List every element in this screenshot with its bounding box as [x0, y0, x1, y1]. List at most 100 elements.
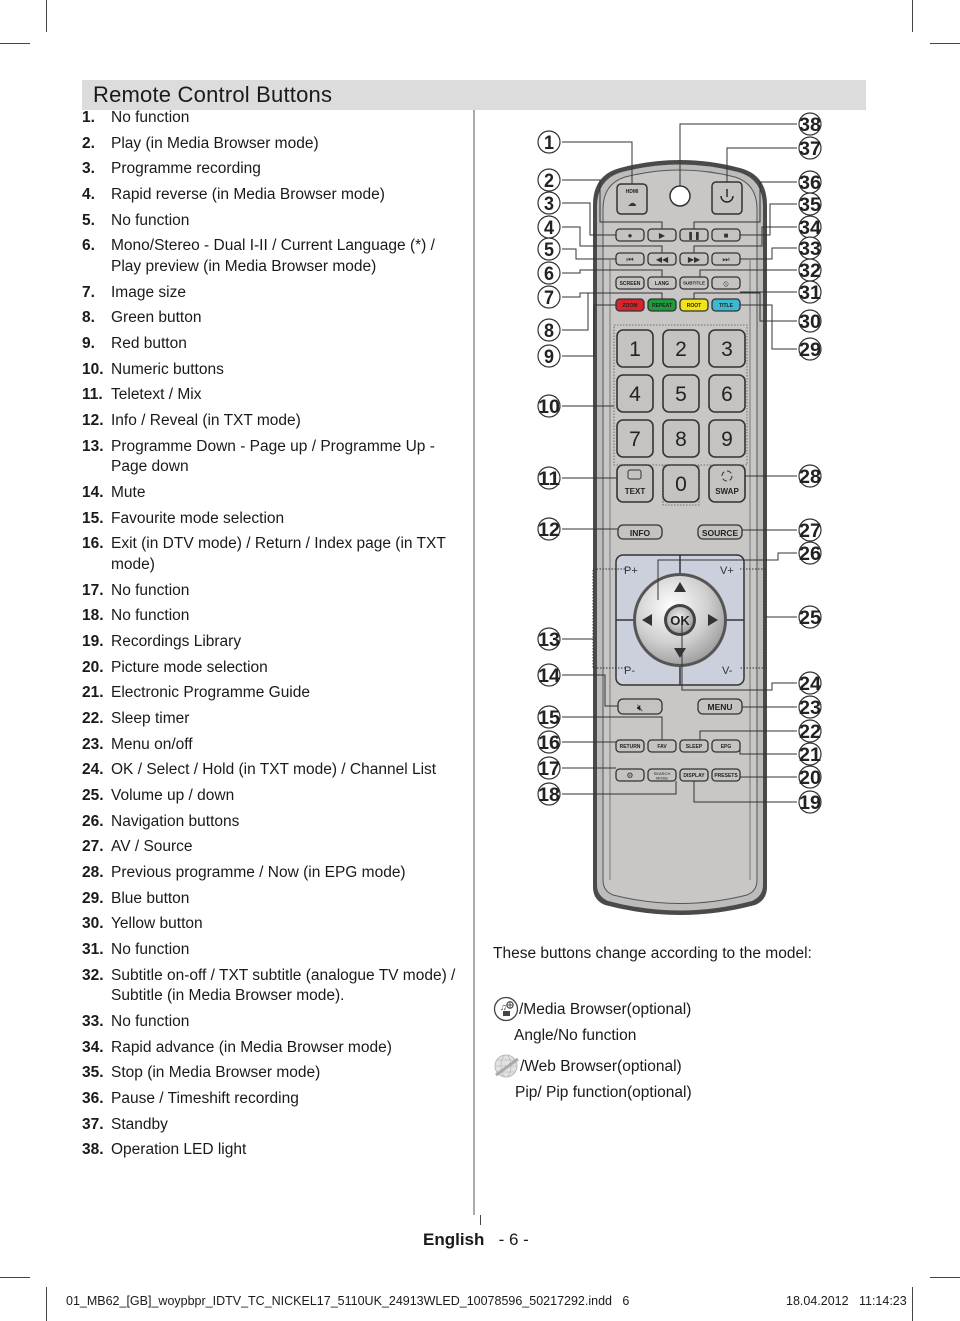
display-label: DISPLAY: [683, 773, 705, 779]
mute-button[interactable]: 🔇︎: [617, 698, 663, 715]
callout-label: 2: [544, 171, 554, 192]
callout-number: 26: [798, 541, 822, 565]
callout-label: 38: [799, 115, 821, 136]
previous-button[interactable]: ⏮: [615, 252, 645, 266]
callout-number: 21: [798, 742, 822, 766]
play-icon: ▶: [659, 231, 666, 240]
callout-number: 28: [798, 464, 822, 488]
callout-number: 37: [798, 136, 822, 160]
callout-label: 13: [538, 630, 560, 651]
callout-label: 14: [538, 666, 560, 687]
presets-button[interactable]: PRESETS: [711, 768, 741, 782]
digit-label: 4: [629, 383, 641, 406]
callout-number: 2: [537, 168, 561, 192]
swap-button[interactable]: SWAP: [708, 464, 746, 503]
standby-button[interactable]: [711, 181, 743, 215]
callout-label: 33: [799, 239, 821, 260]
digit-label: 2: [675, 338, 687, 361]
callout-label: 6: [544, 264, 554, 285]
search-mode-button[interactable]: SEARCHMODE: [647, 768, 677, 782]
callout-number: 14: [537, 663, 561, 687]
callout-number: 10: [537, 394, 561, 418]
callout-label: 28: [799, 467, 821, 488]
screen-label: SCREEN: [620, 281, 641, 287]
subtitle-button[interactable]: SUBTITLE: [679, 276, 709, 290]
play-button[interactable]: ▶: [647, 228, 677, 242]
callout-label: 24: [799, 674, 821, 695]
sleep-button[interactable]: SLEEP: [679, 739, 709, 753]
digit-7-button[interactable]: 7: [616, 419, 654, 458]
digit-label: 3: [721, 338, 733, 361]
digit-3-button[interactable]: 3: [708, 329, 746, 368]
presets-label: PRESETS: [714, 773, 738, 779]
print-timestamp: 18.04.2012 11:14:23: [786, 1294, 907, 1308]
menu-button[interactable]: MENU: [697, 698, 743, 715]
navigation-pad: P+ P- V+ V- OK: [615, 554, 745, 686]
pip-note: Pip/ Pip function(optional): [515, 1084, 692, 1101]
fav-button[interactable]: FAV: [647, 739, 677, 753]
zoom-red-label: ZOOM: [623, 303, 638, 309]
callout-number: 32: [798, 258, 822, 282]
callout-label: 32: [799, 261, 821, 282]
lang-button[interactable]: LANG: [647, 276, 677, 290]
digit-0-button[interactable]: 0: [662, 464, 700, 503]
repeat-green-button[interactable]: REPEAT: [647, 298, 677, 312]
callout-label: 17: [538, 759, 560, 780]
record-button[interactable]: ●: [615, 228, 645, 242]
digit-8-button[interactable]: 8: [662, 419, 700, 458]
callout-number: 9: [537, 344, 561, 368]
digit-2-button[interactable]: 2: [662, 329, 700, 368]
fast-forward-button[interactable]: ▶▶: [679, 252, 709, 266]
digit-label: 5: [675, 383, 687, 406]
callout-label: 36: [799, 173, 821, 194]
file-slug: 01_MB62_[GB]_woypbpr_IDTV_TC_NICKEL17_51…: [66, 1294, 630, 1308]
callout-label: 21: [799, 745, 821, 766]
rewind-button[interactable]: ◀◀: [647, 252, 677, 266]
return-button[interactable]: RETURN: [615, 739, 645, 753]
zoom-red-button[interactable]: ZOOM: [615, 298, 645, 312]
callout-number: 30: [798, 309, 822, 333]
text-label: TEXT: [625, 487, 646, 496]
callout-number: 19: [798, 790, 822, 814]
pause-button[interactable]: ❚❚: [679, 228, 709, 242]
digit-9-button[interactable]: 9: [708, 419, 746, 458]
callout-label: 35: [799, 195, 821, 216]
callout-label: 22: [799, 722, 821, 743]
callout-label: 20: [799, 768, 821, 789]
digit-5-button[interactable]: 5: [662, 374, 700, 413]
program-down-label: P-: [624, 665, 635, 677]
epg-button[interactable]: EPG: [711, 739, 741, 753]
footer-language: English: [423, 1230, 485, 1249]
callout-label: 18: [538, 785, 560, 806]
skip-back-icon: ⏮: [626, 255, 633, 264]
digit-6-button[interactable]: 6: [708, 374, 746, 413]
web-browser-note: /Web Browser(optional): [520, 1058, 682, 1075]
program-up-label: P+: [624, 565, 638, 577]
media-browser-icon: ♫: [493, 996, 519, 1022]
digit-label: 1: [629, 338, 641, 361]
digit-4-button[interactable]: 4: [616, 374, 654, 413]
stop-button[interactable]: ■: [711, 228, 741, 242]
source-button[interactable]: SOURCE: [697, 524, 743, 540]
callout-label: 10: [538, 397, 560, 418]
callout-number: 25: [798, 605, 822, 629]
callout-number: 22: [798, 719, 822, 743]
ok-label: OK: [670, 613, 690, 628]
digit-1-button[interactable]: 1: [616, 329, 654, 368]
web-browser-button[interactable]: ⦸: [711, 276, 741, 290]
display-button[interactable]: DISPLAY: [679, 768, 709, 782]
screen-button[interactable]: SCREEN: [615, 276, 645, 290]
callout-label: 12: [538, 520, 560, 541]
mute-icon: 🔇︎: [637, 703, 643, 714]
callout-number: 20: [798, 765, 822, 789]
root-yellow-button[interactable]: ROOT: [679, 298, 709, 312]
text-button[interactable]: TEXT: [616, 464, 654, 503]
callout-label: 23: [799, 698, 821, 719]
callout-number: 4: [537, 215, 561, 239]
next-button[interactable]: ⏭: [711, 252, 741, 266]
callout-number: 18: [537, 782, 561, 806]
info-button[interactable]: INFO: [617, 524, 663, 540]
title-blue-button[interactable]: TITLE: [711, 298, 741, 312]
hdmi-button[interactable]: HDMI ☁: [616, 183, 648, 215]
angle-button[interactable]: ⚙: [615, 768, 645, 782]
